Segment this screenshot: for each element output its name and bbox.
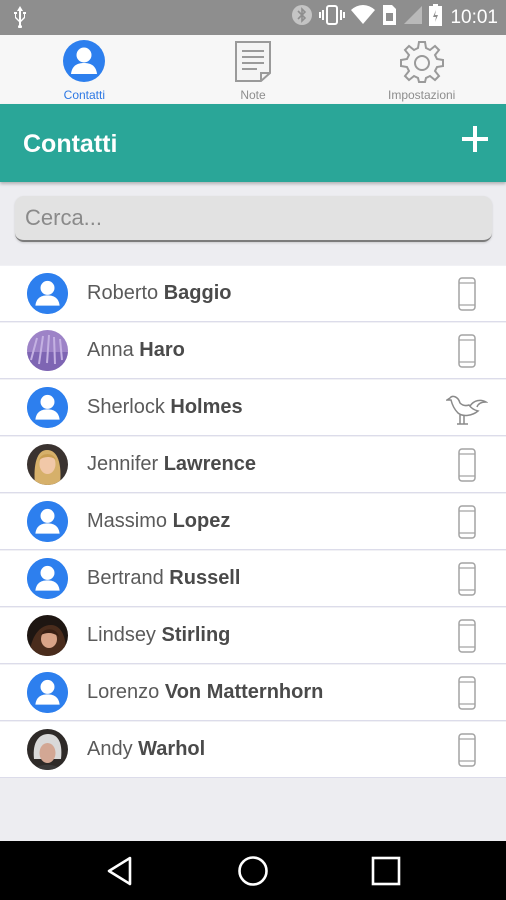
contact-list: Roberto Baggio Anna Haro Sherlock Holmes… — [0, 265, 506, 778]
bird-icon — [446, 395, 488, 425]
search-bar — [15, 196, 492, 242]
first-name: Jennifer — [87, 453, 159, 475]
avatar — [27, 558, 68, 599]
contact-row[interactable]: Anna Haro — [0, 322, 506, 379]
contact-name: Jennifer Lawrence — [87, 437, 256, 492]
person-icon — [27, 672, 68, 713]
app-header: Contatti — [0, 104, 506, 182]
contact-name: Sherlock Holmes — [87, 380, 243, 435]
contact-row[interactable]: Roberto Baggio — [0, 265, 506, 322]
first-name: Andy — [87, 738, 133, 760]
battery-icon — [429, 4, 443, 31]
vibrate-icon — [319, 4, 346, 31]
person-icon — [27, 387, 68, 428]
first-name: Anna — [87, 339, 134, 361]
last-name: Stirling — [161, 624, 231, 646]
phone-icon — [458, 277, 476, 311]
phone-icon — [458, 448, 476, 482]
bluetooth-icon — [291, 4, 313, 31]
back-icon — [107, 856, 132, 886]
contact-row[interactable]: Andy Warhol — [0, 721, 506, 778]
first-name: Roberto — [87, 282, 159, 304]
first-name: Sherlock — [87, 396, 165, 418]
avatar — [27, 444, 68, 485]
person-icon — [27, 501, 68, 542]
last-name: Von Matternhorn — [164, 681, 324, 703]
avatar — [27, 729, 68, 770]
tab-label: Impostazioni — [387, 88, 456, 102]
contact-row[interactable]: Sherlock Holmes — [0, 379, 506, 436]
contact-row[interactable]: Bertrand Russell — [0, 550, 506, 607]
search-input[interactable] — [15, 196, 492, 242]
photo-grey — [27, 729, 68, 770]
avatar — [27, 387, 68, 428]
back-button[interactable] — [104, 855, 136, 887]
avatar — [27, 501, 68, 542]
phone-icon — [458, 676, 476, 710]
recents-button[interactable] — [370, 855, 402, 887]
note-icon — [230, 38, 276, 84]
contact-name: Anna Haro — [87, 323, 185, 378]
first-name: Lorenzo — [87, 681, 160, 703]
contact-name: Massimo Lopez — [87, 494, 230, 549]
photo-dark — [27, 615, 68, 656]
person-icon — [61, 38, 107, 84]
contact-row[interactable]: Lorenzo Von Matternhorn — [0, 664, 506, 721]
contact-row[interactable]: Massimo Lopez — [0, 493, 506, 550]
navigation-bar — [0, 841, 506, 900]
contact-row[interactable]: Jennifer Lawrence — [0, 436, 506, 493]
last-name: Haro — [139, 339, 185, 361]
contact-name: Andy Warhol — [87, 722, 205, 777]
tab-label: Contatti — [63, 88, 106, 102]
signal-icon — [403, 5, 423, 30]
tab-contatti[interactable]: Contatti — [0, 35, 169, 104]
page-title: Contatti — [23, 130, 118, 158]
avatar — [27, 273, 68, 314]
avatar — [27, 330, 68, 371]
tab-label: Note — [240, 88, 266, 102]
usb-icon — [14, 6, 26, 33]
contact-row[interactable]: Lindsey Stirling — [0, 607, 506, 664]
last-name: Lopez — [172, 510, 231, 532]
home-button[interactable] — [237, 855, 269, 887]
phone-icon — [458, 334, 476, 368]
status-time: 10:01 — [450, 6, 498, 28]
avatar — [27, 672, 68, 713]
status-bar: 10:01 — [0, 0, 506, 35]
person-icon — [27, 273, 68, 314]
last-name: Baggio — [163, 282, 232, 304]
photo-blonde — [27, 444, 68, 485]
last-name: Russell — [169, 567, 241, 589]
contact-name: Bertrand Russell — [87, 551, 240, 606]
contact-name: Lindsey Stirling — [87, 608, 230, 663]
last-name: Warhol — [138, 738, 206, 760]
last-name: Holmes — [170, 396, 243, 418]
plus-icon — [462, 126, 488, 152]
sim-icon — [381, 4, 397, 31]
phone-icon — [458, 733, 476, 767]
wifi-icon — [351, 5, 376, 30]
contact-name: Lorenzo Von Matternhorn — [87, 665, 323, 720]
home-icon — [238, 856, 268, 886]
first-name: Bertrand — [87, 567, 164, 589]
person-icon — [27, 558, 68, 599]
contact-name: Roberto Baggio — [87, 266, 232, 321]
phone-icon — [458, 505, 476, 539]
first-name: Massimo — [87, 510, 168, 532]
recents-icon — [371, 856, 401, 886]
tab-impostazioni[interactable]: Impostazioni — [337, 35, 506, 104]
last-name: Lawrence — [163, 453, 256, 475]
phone-icon — [458, 562, 476, 596]
avatar — [27, 615, 68, 656]
top-tab-bar: Contatti Note Impostazioni — [0, 35, 506, 104]
gear-icon — [399, 38, 445, 84]
photo-lavender — [27, 330, 68, 371]
add-contact-button[interactable] — [458, 122, 492, 156]
phone-icon — [458, 619, 476, 653]
tab-note[interactable]: Note — [169, 35, 338, 104]
first-name: Lindsey — [87, 624, 156, 646]
